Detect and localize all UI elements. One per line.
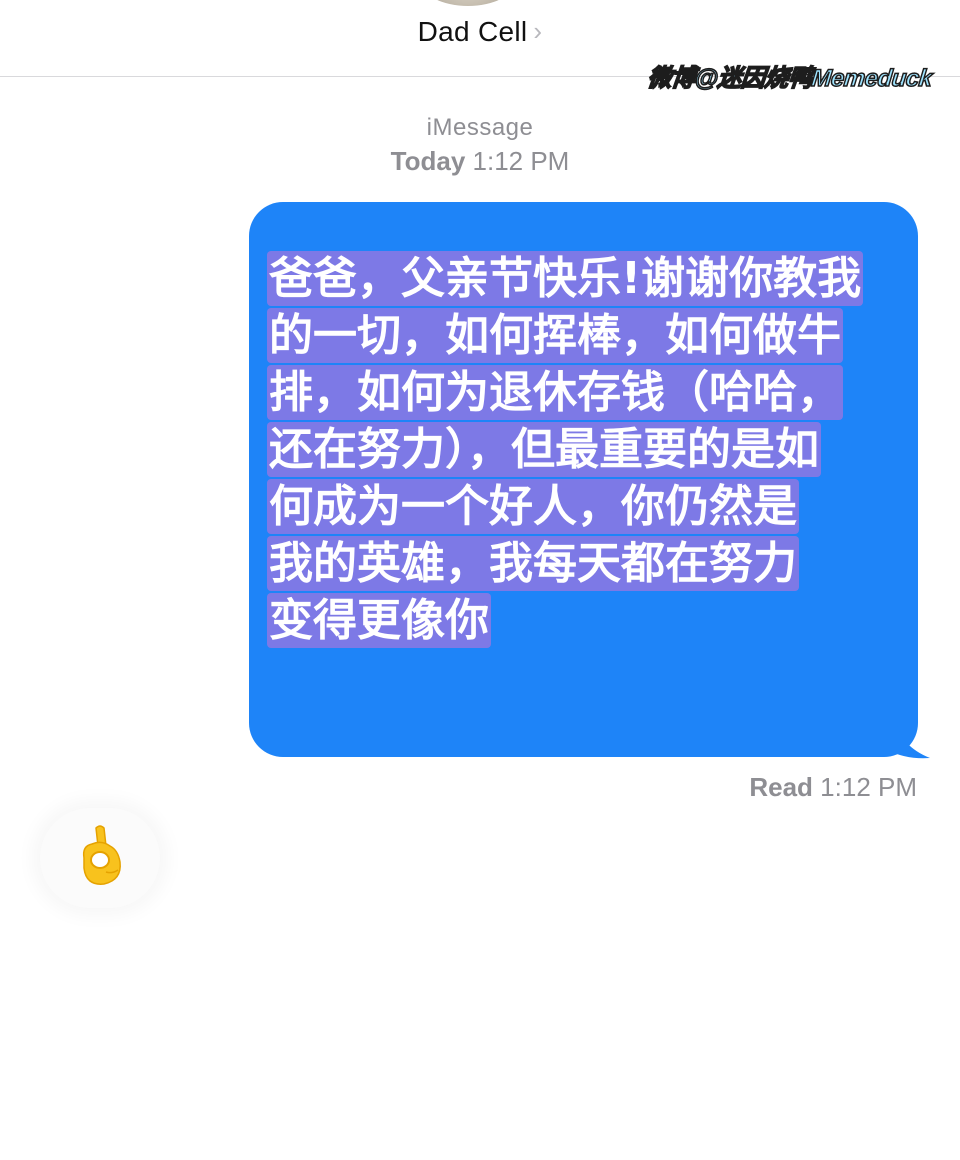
thread-timestamp: Today 1:12 PM: [0, 146, 960, 177]
read-time: 1:12 PM: [820, 772, 917, 802]
timestamp-day: Today: [390, 146, 466, 176]
chevron-right-icon[interactable]: ›: [533, 16, 542, 46]
message-line: 变得更像你: [267, 593, 491, 648]
timestamp-time: 1:12 PM: [472, 146, 570, 176]
watermark-text: 微博@迷因烧鸭Memeduck: [646, 64, 934, 93]
read-label: Read: [749, 772, 813, 802]
message-line: 还在努力），但最重要的是如: [267, 422, 821, 477]
message-text: 爸爸，父亲节快乐!谢谢你教我 的一切，如何挥棒，如何做牛 排，如何为退休存钱（哈…: [267, 250, 898, 649]
service-label: iMessage: [426, 114, 534, 141]
message-line: 爸爸，父亲节快乐!谢谢你教我: [267, 251, 864, 306]
outgoing-message-bubble[interactable]: 爸爸，父亲节快乐!谢谢你教我 的一切，如何挥棒，如何做牛 排，如何为退休存钱（哈…: [249, 202, 918, 757]
bubble-tail: [880, 720, 930, 759]
read-receipt: Read 1:12 PM: [749, 772, 917, 803]
contact-name[interactable]: Dad Cell: [418, 16, 528, 47]
message-line: 排，如何为退休存钱（哈哈，: [267, 365, 843, 420]
contact-avatar[interactable]: [420, 0, 516, 6]
contact-header[interactable]: Dad Cell ›: [0, 16, 960, 48]
message-line: 何成为一个好人，你仍然是: [267, 479, 799, 534]
ok-hand-icon: [82, 825, 121, 885]
message-line: 的一切，如何挥棒，如何做牛: [267, 308, 843, 363]
message-line: 我的英雄，我每天都在努力: [267, 536, 799, 591]
